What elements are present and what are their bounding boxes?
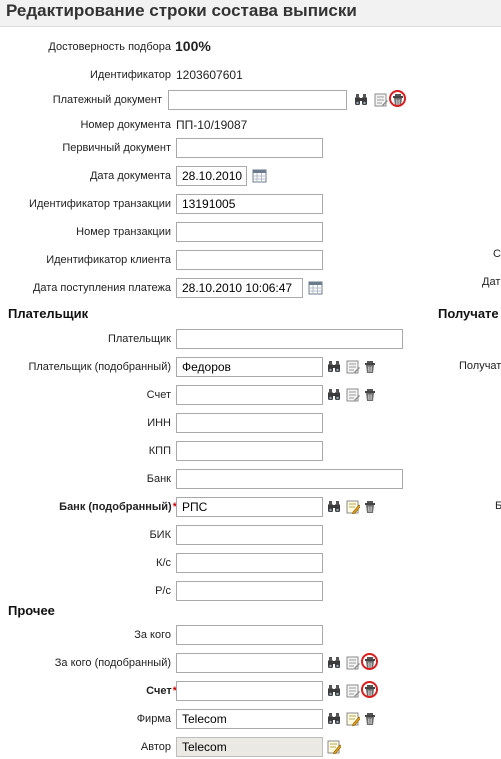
bank-matched-label: Банк (подобранный)* (59, 501, 177, 513)
payment-doc-label: Платежный документ (52, 94, 162, 106)
payer-section-title: Плательщик (8, 306, 89, 321)
for-whom-field[interactable] (176, 625, 323, 645)
right-cut-label-2: Дат (482, 276, 501, 288)
binoculars-icon[interactable] (327, 656, 341, 670)
other-account-label: Счет* (146, 685, 177, 697)
bank-matched-field[interactable]: РПС (176, 497, 323, 517)
list-select-icon[interactable] (346, 684, 360, 698)
payment-doc-field[interactable] (168, 90, 347, 110)
kpp-field[interactable] (176, 441, 323, 461)
doc-number-label: Номер документа (80, 119, 171, 131)
list-select-icon[interactable] (346, 656, 360, 670)
list-select-icon[interactable] (346, 360, 360, 374)
payer-label: Плательщик (107, 333, 171, 345)
client-id-field[interactable] (176, 250, 323, 270)
kpp-label: КПП (148, 445, 171, 457)
bank-matched-label-text: Банк (подобранный) (59, 501, 172, 513)
primary-doc-field[interactable] (176, 138, 323, 158)
bank-field[interactable] (176, 469, 403, 489)
inn-field[interactable] (176, 413, 323, 433)
pencil-note-icon[interactable] (346, 712, 360, 726)
bank-label: Банк (146, 473, 171, 485)
payer-field[interactable] (176, 329, 403, 349)
trash-icon[interactable] (363, 500, 377, 514)
payer-matched-field[interactable]: Федоров (176, 357, 323, 377)
for-whom-matched-label: За кого (подобранный) (54, 657, 171, 669)
receipt-date-field[interactable]: 28.10.2010 10:06:47 (176, 278, 303, 298)
rs-label: Р/с (155, 585, 171, 597)
payer-account-field[interactable] (176, 385, 323, 405)
recipient-section-title: Получате (438, 306, 499, 321)
right-cut-label-3: Получат (459, 360, 501, 372)
trash-icon[interactable] (363, 388, 377, 402)
doc-number-value: ПП-10/19087 (176, 118, 248, 132)
list-select-icon[interactable] (374, 93, 388, 107)
payer-account-label: Счет (146, 389, 171, 401)
reliability-label: Достоверность подбора (48, 41, 171, 53)
reliability-value: 100% (175, 38, 211, 54)
ks-label: К/с (156, 557, 171, 569)
binoculars-icon[interactable] (327, 684, 341, 698)
payer-matched-label: Плательщик (подобранный) (28, 361, 171, 373)
pencil-note-icon[interactable] (327, 740, 341, 754)
trash-icon[interactable] (363, 360, 377, 374)
author-label: Автор (140, 741, 171, 753)
binoculars-icon[interactable] (327, 500, 341, 514)
calendar-icon[interactable] (308, 280, 323, 295)
transaction-id-label: Идентификатор транзакции (29, 198, 171, 210)
transaction-id-field[interactable]: 13191005 (176, 194, 323, 214)
bik-field[interactable] (176, 525, 323, 545)
identifier-value: 1203607601 (176, 68, 243, 82)
bik-label: БИК (149, 529, 171, 541)
binoculars-icon[interactable] (327, 360, 341, 374)
binoculars-icon[interactable] (354, 93, 368, 107)
for-whom-label: За кого (134, 629, 171, 641)
calendar-icon[interactable] (252, 168, 267, 183)
other-account-label-text: Счет (146, 685, 172, 697)
author-field: Telecom (176, 737, 323, 757)
firm-label: Фирма (136, 713, 171, 725)
for-whom-matched-field[interactable] (176, 653, 323, 673)
other-section-title: Прочее (8, 603, 55, 618)
binoculars-icon[interactable] (327, 388, 341, 402)
trash-icon[interactable] (363, 712, 377, 726)
client-id-label: Идентификатор клиента (46, 254, 171, 266)
page-title: Редактирование строки состава выписки (6, 1, 357, 20)
ks-field[interactable] (176, 553, 323, 573)
other-account-field[interactable] (176, 681, 323, 701)
title-bar: Редактирование строки состава выписки (0, 0, 501, 27)
right-cut-label-4: Б (495, 500, 501, 512)
highlight-circle (361, 653, 378, 670)
transaction-number-label: Номер транзакции (76, 226, 171, 238)
highlight-circle (389, 90, 406, 107)
firm-field[interactable]: Telecom (176, 709, 323, 729)
identifier-label: Идентификатор (90, 69, 171, 81)
binoculars-icon[interactable] (327, 712, 341, 726)
inn-label: ИНН (147, 417, 171, 429)
receipt-date-label: Дата поступления платежа (32, 282, 171, 294)
rs-field[interactable] (176, 581, 323, 601)
right-cut-label-1: Ст (493, 248, 501, 260)
transaction-number-field[interactable] (176, 222, 323, 242)
primary-doc-label: Первичный документ (62, 142, 171, 154)
list-select-icon[interactable] (346, 388, 360, 402)
doc-date-field[interactable]: 28.10.2010 (176, 166, 247, 186)
pencil-note-icon[interactable] (346, 500, 360, 514)
doc-date-label: Дата документа (89, 170, 171, 182)
highlight-circle (361, 681, 378, 698)
